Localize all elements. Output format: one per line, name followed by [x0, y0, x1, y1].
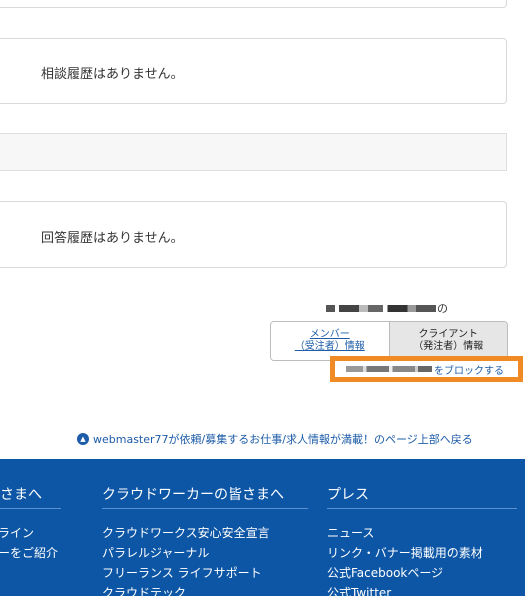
client-info-line2: （発注者）情報 — [413, 341, 484, 352]
consultation-history-box: 相談履歴はありません。 — [0, 38, 507, 104]
footer-link[interactable]: ナーをご紹介 — [0, 543, 61, 563]
footer-heading: 皆さまへ — [0, 484, 61, 509]
previous-section-box — [0, 0, 507, 8]
footer-link[interactable]: フリーランス ライフサポート — [102, 563, 308, 583]
footer-link[interactable]: 公式Twitter — [327, 583, 517, 596]
footer-heading: プレス — [327, 484, 517, 509]
member-info-line2: （受注者）情報 — [294, 341, 365, 352]
answer-history-box: 回答履歴はありません。 — [0, 201, 507, 268]
redacted-username — [346, 366, 432, 372]
consultation-empty-message: 相談履歴はありません。 — [41, 67, 184, 82]
footer-heading: クラウドワーカーの皆さまへ — [102, 484, 308, 509]
client-info-line1: クライアント — [418, 329, 479, 340]
answer-history-header — [0, 133, 507, 171]
username-row: の — [326, 301, 448, 315]
footer-link[interactable]: ニュース — [327, 523, 517, 543]
profile-type-toggle: メンバー （受注者）情報 クライアント （発注者）情報 — [270, 321, 508, 361]
client-info-tab[interactable]: クライアント （発注者）情報 — [388, 322, 507, 360]
redacted-username — [326, 304, 436, 312]
footer-link[interactable]: クラウドワークス安心安全宣言 — [102, 523, 308, 543]
site-footer: 皆さまへ ンライン ナーをご紹介 クラウドワーカーの皆さまへ クラウドワークス安… — [0, 459, 525, 596]
footer-column-partial: 皆さまへ ンライン ナーをご紹介 — [0, 484, 61, 563]
footer-link[interactable]: クラウドテック — [102, 583, 308, 596]
block-user-label: をブロックする — [434, 365, 504, 377]
answer-empty-message: 回答履歴はありません。 — [41, 231, 184, 246]
footer-column-workers: クラウドワーカーの皆さまへ クラウドワークス安心安全宣言 パラレルジャーナル フ… — [102, 484, 308, 596]
page-top-link[interactable]: ▲ webmaster77が依頼/募集するお仕事/求人情報が満載！のページ上部へ… — [77, 431, 473, 447]
footer-link[interactable]: リンク・バナー掲載用の素材 — [327, 543, 517, 563]
footer-link[interactable]: ンライン — [0, 523, 61, 543]
block-user-link[interactable]: をブロックする — [330, 356, 523, 382]
footer-column-press: プレス ニュース リンク・バナー掲載用の素材 公式Facebookページ 公式T… — [327, 484, 517, 596]
footer-link[interactable]: パラレルジャーナル — [102, 543, 308, 563]
member-info-tab[interactable]: メンバー （受注者）情報 — [271, 322, 389, 360]
username-suffix: の — [437, 302, 448, 315]
chevron-up-icon: ▲ — [77, 433, 89, 445]
footer-link[interactable]: 公式Facebookページ — [327, 563, 517, 583]
member-info-line1: メンバー — [309, 329, 350, 340]
page-top-label: webmaster77が依頼/募集するお仕事/求人情報が満載！のページ上部へ戻る — [93, 433, 473, 446]
